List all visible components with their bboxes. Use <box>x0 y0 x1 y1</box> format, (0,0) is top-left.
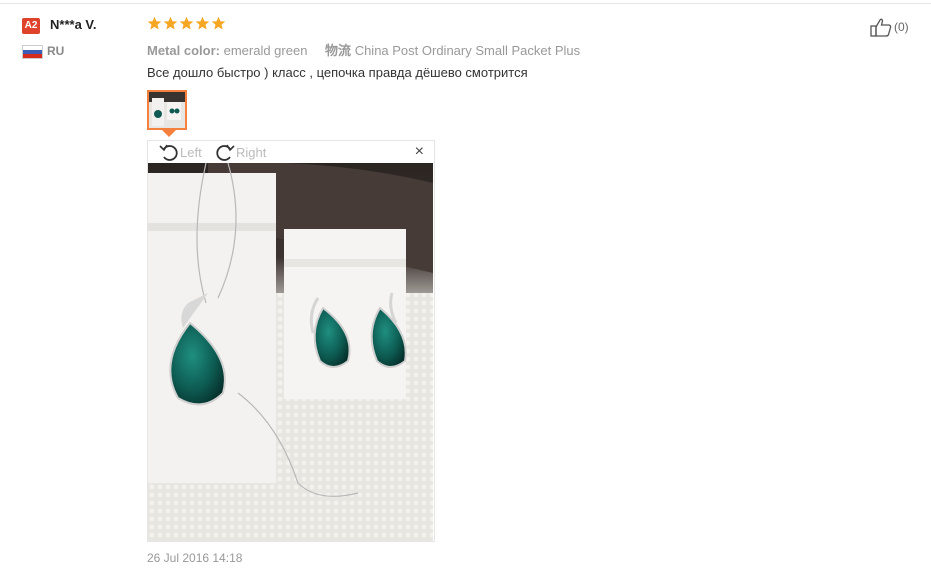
user-level-badge: A2 <box>22 18 40 34</box>
rotate-left-icon <box>159 144 178 161</box>
review-photo <box>148 163 433 541</box>
top-divider <box>0 3 931 4</box>
viewer-toolbar: Left Right × <box>148 141 434 163</box>
rotate-left-button[interactable]: Left <box>158 143 202 161</box>
thumbs-up-icon <box>870 18 892 37</box>
russia-flag-icon <box>22 45 43 59</box>
review-photo-thumbnail[interactable] <box>147 90 187 130</box>
star-icon <box>163 16 178 30</box>
shipping-value: China Post Ordinary Small Packet Plus <box>354 43 581 58</box>
rotate-right-icon <box>216 144 235 161</box>
shipping-label: 物流 <box>325 43 352 58</box>
star-icon <box>211 16 226 30</box>
metal-color-label: Metal color: <box>147 43 220 58</box>
review-date: 26 Jul 2016 14:18 <box>147 551 243 565</box>
reviewer-name: N***a V. <box>50 17 97 32</box>
close-viewer-button[interactable]: × <box>415 144 424 160</box>
rotate-left-label: Left <box>180 144 202 160</box>
star-icon <box>147 16 162 30</box>
helpful-button[interactable]: (0) <box>870 17 909 37</box>
rating-stars <box>147 16 226 31</box>
star-icon <box>195 16 210 30</box>
helpful-count: (0) <box>894 20 909 34</box>
thumbnail-pointer <box>162 130 176 137</box>
thumbnail-image <box>149 92 185 128</box>
star-icon <box>179 16 194 30</box>
rotate-right-label: Right <box>236 144 267 160</box>
reviewer-country: RU <box>47 44 65 58</box>
review-text: Все дошло быстро ) класс , цепочка правд… <box>147 65 528 80</box>
photo-viewer: Left Right × <box>147 140 435 542</box>
rotate-right-button[interactable]: Right <box>214 143 266 161</box>
metal-color-value: emerald green <box>223 43 308 58</box>
order-attributes: Metal color: emerald green 物流 China Post… <box>147 40 580 59</box>
